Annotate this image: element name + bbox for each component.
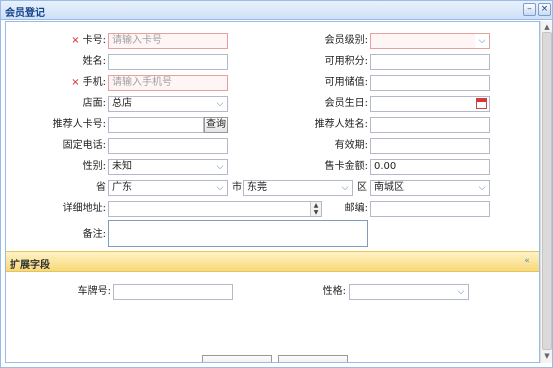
extension-section-header[interactable]: 扩展字段 « xyxy=(6,251,539,272)
available-points-input[interactable] xyxy=(370,54,490,70)
province-select[interactable]: 广东 ⌵ xyxy=(108,180,228,196)
form-body: × 卡号: 请输入卡号 会员级别: ⌵ 姓名: 可用积分: × 手机: 请输入手机号… xyxy=(5,21,540,363)
card-price-label: 售卡金额: xyxy=(324,161,368,172)
chevron-down-icon[interactable]: ⌵ xyxy=(454,285,468,299)
card-no-label: × 卡号: xyxy=(71,35,106,46)
name-input[interactable] xyxy=(108,54,228,70)
character-select[interactable]: ⌵ xyxy=(349,284,469,300)
required-mark: × xyxy=(71,35,80,46)
vertical-scrollbar[interactable]: ▲ ▼ xyxy=(540,21,552,363)
scroll-down-icon[interactable]: ▼ xyxy=(543,352,551,360)
district-select[interactable]: 南城区 ⌵ xyxy=(370,180,490,196)
minimize-icon[interactable]: – xyxy=(523,3,536,16)
query-button[interactable]: 查询 xyxy=(204,117,228,133)
district-label: 区 xyxy=(357,182,367,193)
city-label: 市 xyxy=(232,182,242,193)
referrer-card-label: 推荐人卡号: xyxy=(52,119,106,130)
validity-input[interactable] xyxy=(370,138,490,154)
birthday-label: 会员生日: xyxy=(324,98,368,109)
required-mark: × xyxy=(71,77,80,88)
card-no-input[interactable]: 请输入卡号 xyxy=(108,33,228,49)
available-points-label: 可用积分: xyxy=(324,56,368,67)
validity-label: 有效期: xyxy=(334,140,368,151)
member-level-select[interactable]: ⌵ xyxy=(370,33,490,49)
extension-section-title: 扩展字段 xyxy=(10,260,50,271)
gender-label: 性别: xyxy=(82,161,106,172)
birthday-input[interactable] xyxy=(370,96,490,112)
member-level-label: 会员级别: xyxy=(324,35,368,46)
address-input[interactable]: ▲ ▼ xyxy=(108,201,322,217)
available-balance-label: 可用储值: xyxy=(324,77,368,88)
window-title: 会员登记 xyxy=(5,8,45,19)
available-balance-input[interactable] xyxy=(370,75,490,91)
scroll-up-icon[interactable]: ▲ xyxy=(543,23,551,31)
name-label: 姓名: xyxy=(82,56,106,67)
mobile-label: × 手机: xyxy=(71,77,106,88)
member-registration-window: 会员登记 – × × 卡号: 请输入卡号 会员级别: ⌵ 姓名: 可用积分: × 手… xyxy=(0,0,553,368)
remark-label: 备注: xyxy=(82,229,106,240)
collapse-icon[interactable]: « xyxy=(521,255,533,267)
window-titlebar[interactable]: 会员登记 – × xyxy=(1,1,552,20)
postcode-input[interactable] xyxy=(370,201,490,217)
store-label: 店面: xyxy=(82,98,106,109)
remark-textarea[interactable] xyxy=(108,220,368,247)
landline-label: 固定电话: xyxy=(62,140,106,151)
plate-no-input[interactable] xyxy=(113,284,233,300)
chevron-down-icon[interactable]: ⌵ xyxy=(338,181,352,195)
landline-input[interactable] xyxy=(108,138,228,154)
chevron-down-icon[interactable]: ⌵ xyxy=(475,34,489,48)
calendar-icon[interactable] xyxy=(476,98,487,109)
chevron-down-icon[interactable]: ⌵ xyxy=(213,181,227,195)
referrer-card-input[interactable] xyxy=(108,117,204,133)
province-label: 省 xyxy=(96,182,106,193)
card-price-input[interactable]: 0.00 xyxy=(370,159,490,175)
scrollbar-thumb[interactable] xyxy=(542,32,552,350)
footer-button-secondary[interactable] xyxy=(278,355,348,362)
referrer-name-label: 推荐人姓名: xyxy=(314,119,368,130)
referrer-name-input[interactable] xyxy=(370,117,490,133)
footer-button-primary[interactable] xyxy=(202,355,272,362)
chevron-down-icon[interactable]: ⌵ xyxy=(213,160,227,174)
chevron-down-icon[interactable]: ⌵ xyxy=(475,181,489,195)
store-select[interactable]: 总店 ⌵ xyxy=(108,96,228,112)
character-label: 性格: xyxy=(322,286,346,297)
mobile-input[interactable]: 请输入手机号 xyxy=(108,75,228,91)
city-select[interactable]: 东莞 ⌵ xyxy=(243,180,353,196)
chevron-down-icon[interactable]: ⌵ xyxy=(213,97,227,111)
plate-no-label: 车牌号: xyxy=(77,286,111,297)
postcode-label: 邮编: xyxy=(344,203,368,214)
gender-select[interactable]: 未知 ⌵ xyxy=(108,159,228,175)
close-icon[interactable]: × xyxy=(538,3,551,16)
address-label: 详细地址: xyxy=(62,203,106,214)
